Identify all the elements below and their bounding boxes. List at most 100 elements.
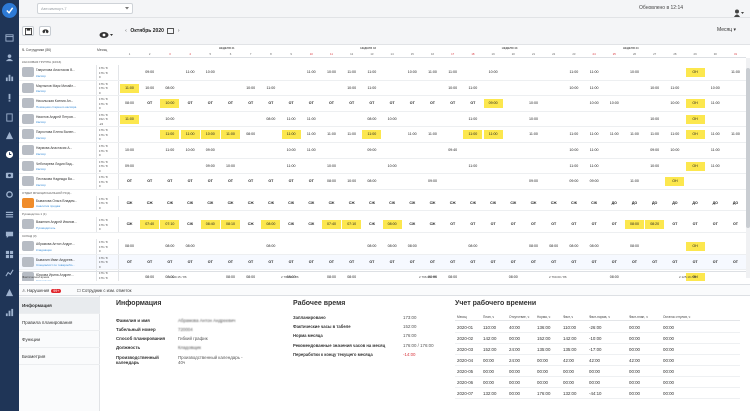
shift-cell[interactable]: ОТ — [625, 258, 644, 267]
shift-cell[interactable]: СЖ — [544, 199, 563, 208]
shift-cell[interactable]: СЖ — [160, 199, 179, 208]
shift-cell[interactable]: ОТ — [201, 177, 220, 186]
shift-cell[interactable]: СЖ — [302, 220, 321, 229]
shift-cell[interactable]: ОТ — [726, 258, 745, 267]
shift-cell[interactable]: ОТ — [706, 258, 725, 267]
shift-cell[interactable]: 11:00 — [281, 130, 301, 140]
shift-cell[interactable]: 09:00 — [140, 68, 159, 77]
shift-cell[interactable]: 10:00 — [200, 130, 220, 140]
analytics-icon[interactable] — [5, 308, 14, 317]
shift-cell[interactable]: 11:00 — [645, 130, 664, 139]
shift-cell[interactable]: ОТ — [383, 99, 402, 108]
shift-cell[interactable]: 11:00 — [665, 84, 684, 93]
shift-cell[interactable]: 08:00 — [261, 220, 281, 230]
logo-icon[interactable] — [2, 3, 17, 18]
shift-cell[interactable]: 11:00 — [302, 115, 321, 124]
shift-cell[interactable]: 08:00 — [261, 115, 280, 124]
shift-cell[interactable]: 09:00 — [201, 162, 220, 171]
employee-name[interactable]: Чеботарева Лидия Вад... — [36, 162, 94, 166]
chat-icon[interactable] — [5, 230, 14, 239]
shift-cell[interactable]: 08:00 — [322, 177, 341, 186]
shift-cell[interactable]: ОТ — [241, 177, 260, 186]
shift-cell[interactable]: СЖ — [201, 199, 220, 208]
table-row[interactable]: Бывалова Ольга Владим... Аналитик продаж 1… — [19, 195, 746, 212]
shift-cell[interactable]: ОТ — [645, 258, 664, 267]
shift-cell[interactable]: СЖ — [423, 220, 442, 229]
shift-cell[interactable]: СЖ — [241, 220, 260, 229]
report-icon[interactable] — [5, 268, 14, 277]
shift-cell[interactable]: 10:00 — [120, 146, 139, 155]
table-row[interactable]: 2020-05 00:00 00:00 00:00 00:00 00:00 00:00 00:… — [455, 366, 740, 377]
shift-cell[interactable]: ОТ — [463, 99, 482, 108]
shift-cell[interactable]: 11:00 — [524, 130, 543, 139]
shift-cell[interactable]: 11:00 — [423, 130, 442, 139]
shift-cell[interactable]: 10:00 — [201, 68, 220, 77]
shift-cell[interactable]: ОТ — [423, 258, 442, 267]
shift-cell[interactable]: ОТ — [261, 177, 280, 186]
shift-cell[interactable]: 11:00 — [463, 162, 482, 171]
shift-cell[interactable]: ОТ — [524, 220, 543, 229]
tab-2[interactable]: Правила планирования — [19, 314, 100, 331]
shift-cell[interactable]: 10:00 — [605, 99, 624, 108]
user-menu[interactable] — [734, 4, 744, 17]
employee-name[interactable]: Важенин Андрей Иванов... — [36, 220, 94, 224]
shift-cell[interactable]: 11:00 — [282, 162, 301, 171]
employee-cell[interactable]: Мартынов Марк Михайл... Кассир — [19, 80, 97, 96]
shift-cell[interactable]: 11:00 — [625, 130, 644, 139]
chart-icon[interactable] — [5, 73, 14, 82]
shift-cell[interactable]: СЖ — [120, 220, 139, 229]
shift-cell[interactable]: 10:00 — [625, 68, 644, 77]
shift-cell[interactable]: 10:00 — [484, 68, 503, 77]
shift-cell[interactable]: 10:00 — [140, 84, 159, 93]
shift-cell[interactable]: ОТ — [726, 220, 745, 229]
shift-cell[interactable]: 11:00 — [625, 177, 644, 186]
next-month-button[interactable]: › — [176, 26, 182, 36]
shift-cell[interactable]: 08:00 — [585, 242, 604, 251]
table-row[interactable]: 2020-04 00:00 24:00 00:00 42:00 42:00 42:00 00:… — [455, 355, 740, 366]
shift-cell[interactable]: ОТ — [544, 220, 563, 229]
company-select[interactable]: Автоимпорт-7 — [37, 3, 133, 14]
shift-cell[interactable]: ОТ — [362, 258, 381, 267]
shift-cell[interactable]: ОТ — [504, 258, 523, 267]
shift-cell[interactable]: ОТ — [585, 220, 604, 229]
shift-cell[interactable]: СЖ — [241, 199, 260, 208]
shift-cell[interactable]: ОТ — [665, 220, 684, 229]
shift-cell[interactable]: 09:00 — [362, 146, 381, 155]
shift-cell[interactable]: 11:00 — [302, 130, 321, 139]
shift-cell[interactable]: ОТ — [140, 99, 159, 108]
camera-icon[interactable] — [5, 170, 14, 179]
shift-cell[interactable]: 08:00 — [383, 242, 402, 251]
table-row[interactable]: Чеботарева Лидия Вад... Кассир 176 / 8 176 … — [19, 158, 746, 175]
column-header[interactable]: Остаток отгулов, ч — [663, 315, 690, 319]
shift-cell[interactable]: 08:00 — [160, 242, 179, 251]
shift-cell[interactable]: 11:00 — [585, 146, 604, 155]
shift-cell[interactable]: 11:00 — [585, 130, 604, 139]
save-button[interactable] — [22, 26, 34, 36]
table-row[interactable]: 2020-03 152:00 24:00 135:00 135:00 -17:00 00:0… — [455, 344, 740, 355]
table-row[interactable]: 2020-02 142:00 00:00 152:00 142:00 -10:00 00:0… — [455, 333, 740, 344]
shift-cell[interactable]: ОТ — [443, 220, 462, 229]
shift-cell[interactable]: 09:00 — [585, 177, 604, 186]
table-row[interactable]: 2020-06 00:00 00:00 00:00 00:00 00:00 00:00 00:… — [455, 377, 740, 388]
employee-name[interactable]: Бывалин Иван Андреев... — [36, 258, 94, 262]
employee-name[interactable]: Наумова Анастасия А... — [36, 146, 94, 150]
shift-cell[interactable]: СЖ — [585, 199, 604, 208]
shift-cell[interactable]: 11:00 — [706, 146, 725, 155]
shift-cell[interactable]: 11:00 — [665, 130, 684, 139]
shift-cell[interactable]: ОТ — [140, 258, 159, 267]
shift-cell[interactable]: 10:00 — [383, 162, 402, 171]
shift-cell[interactable]: 11:00 — [282, 115, 301, 124]
shift-cell[interactable]: ОТ — [221, 99, 240, 108]
shift-cell[interactable]: ОТ — [605, 220, 624, 229]
shift-cell[interactable]: 11:00 — [342, 68, 361, 77]
shift-cell[interactable]: 08:00 — [382, 220, 402, 230]
shift-cell[interactable]: ОТ — [585, 258, 604, 267]
shift-cell[interactable]: 11:00 — [463, 130, 483, 140]
prev-month-button[interactable]: ‹ — [123, 26, 129, 36]
shift-cell[interactable]: ОТ — [302, 258, 321, 267]
shift-cell[interactable]: ОТ — [261, 99, 280, 108]
shift-cell[interactable]: 11:00 — [261, 84, 280, 93]
shift-cell[interactable]: 08:00 — [625, 220, 644, 230]
shift-cell[interactable]: 10:00 — [706, 84, 725, 93]
shift-cell[interactable]: 07:40 — [140, 220, 160, 230]
